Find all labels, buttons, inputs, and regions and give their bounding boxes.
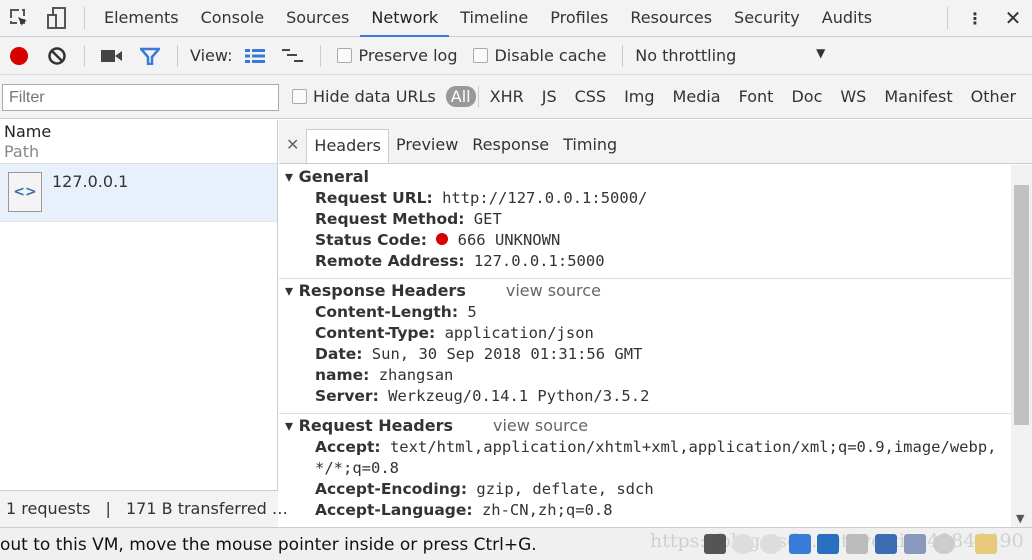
header-row: Remote Address: 127.0.0.1:5000 [315, 252, 605, 270]
tab-preview[interactable]: Preview [389, 129, 465, 163]
details-tabs: ✕ Headers Preview Response Timing [279, 120, 1032, 164]
scroll-down-icon[interactable]: ▼ [1016, 512, 1024, 525]
overview-icon[interactable] [280, 43, 306, 69]
header-row: Server: Werkzeug/0.14.1 Python/3.5.2 [315, 387, 650, 405]
close-details-icon[interactable]: ✕ [279, 129, 306, 163]
header-row: Accept-Language: zh-CN,zh;q=0.8 [315, 501, 613, 519]
header-row: Content-Type: application/json [315, 324, 594, 342]
audio-icon[interactable] [875, 534, 897, 554]
header-row: Status Code: 666 UNKNOWN [315, 231, 561, 249]
view-label: View: [190, 46, 233, 65]
tab-response[interactable]: Response [465, 129, 556, 163]
notes-icon[interactable] [975, 534, 997, 554]
scrollbar-thumb[interactable] [1014, 185, 1029, 425]
request-details: ✕ Headers Preview Response Timing ▾ Gene… [279, 120, 1032, 527]
filter-type-doc[interactable]: Doc [782, 87, 831, 106]
close-icon[interactable]: ✕ [1000, 5, 1026, 31]
floppy-icon[interactable] [789, 534, 811, 554]
header-row: Accept-Encoding: gzip, deflate, sdch [315, 480, 654, 498]
optical-drive-icon[interactable] [760, 534, 782, 554]
tab-profiles[interactable]: Profiles [539, 0, 619, 37]
filter-input[interactable] [2, 84, 279, 111]
tab-elements[interactable]: Elements [93, 0, 190, 37]
request-list-header[interactable]: Name Path [0, 120, 277, 164]
filter-type-ws[interactable]: WS [831, 87, 875, 106]
filter-type-media[interactable]: Media [664, 87, 730, 106]
large-rows-icon[interactable] [242, 43, 268, 69]
filter-icon[interactable] [137, 43, 163, 69]
column-name[interactable]: Name [4, 122, 273, 142]
dropdown-arrow-icon: ▼ [816, 46, 826, 60]
request-name: 127.0.0.1 [52, 172, 129, 191]
header-row: name: zhangsan [315, 366, 454, 384]
tab-console[interactable]: Console [190, 0, 276, 37]
hide-data-urls-checkbox[interactable]: Hide data URLs [292, 87, 436, 106]
tab-sources[interactable]: Sources [275, 0, 360, 37]
webcam-icon[interactable] [933, 534, 955, 554]
request-count: 1 requests [6, 499, 91, 518]
view-source-link[interactable]: view source [506, 281, 601, 300]
preserve-log-checkbox[interactable]: Preserve log [337, 46, 457, 65]
inspect-element-icon[interactable] [6, 5, 32, 31]
header-row: Request Method: GET [315, 210, 502, 228]
tab-resources[interactable]: Resources [619, 0, 723, 37]
header-row: Request URL: http://127.0.0.1:5000/ [315, 189, 648, 207]
optical-drive-icon[interactable] [732, 534, 754, 554]
disable-cache-checkbox[interactable]: Disable cache [473, 46, 606, 65]
document-file-icon: <> [8, 172, 42, 212]
summary-bar: 1 requests | 171 B transferred … [0, 490, 288, 527]
response-headers-toggle[interactable]: ▾ Response Headers view source [279, 278, 1011, 302]
filter-type-img[interactable]: Img [615, 87, 663, 106]
network-icon[interactable] [817, 534, 839, 554]
response-headers-section: Content-Length: 5 Content-Type: applicat… [279, 302, 1011, 413]
column-path: Path [4, 142, 40, 161]
device-mode-icon[interactable] [44, 5, 70, 31]
general-section-toggle[interactable]: ▾ General [279, 165, 1011, 188]
usb-icon[interactable] [904, 534, 926, 554]
filter-type-css[interactable]: CSS [566, 87, 615, 106]
details-scrollbar[interactable]: ▼ [1011, 165, 1032, 527]
filter-type-xhr[interactable]: XHR [481, 87, 533, 106]
filter-type-font[interactable]: Font [730, 87, 783, 106]
tab-headers[interactable]: Headers [306, 129, 389, 163]
header-row: Accept: text/html,application/xhtml+xml,… [315, 438, 997, 477]
clear-icon[interactable] [44, 43, 70, 69]
header-row: Content-Length: 5 [315, 303, 477, 321]
request-headers-toggle[interactable]: ▾ Request Headers view source [279, 413, 1011, 437]
filter-type-other[interactable]: Other [962, 87, 1025, 106]
tab-timeline[interactable]: Timeline [449, 0, 539, 37]
hard-disk-icon[interactable] [704, 534, 726, 554]
vm-status-text: out to this VM, move the mouse pointer i… [0, 535, 537, 555]
request-headers-section: Accept: text/html,application/xhtml+xml,… [279, 437, 1011, 521]
capture-screenshots-icon[interactable] [99, 43, 125, 69]
tab-security[interactable]: Security [723, 0, 811, 37]
transferred-size: 171 B transferred … [126, 499, 288, 518]
tab-audits[interactable]: Audits [811, 0, 883, 37]
request-row[interactable]: <> 127.0.0.1 [0, 164, 277, 222]
record-icon[interactable] [6, 43, 32, 69]
tab-network[interactable]: Network [360, 0, 450, 37]
filter-type-manifest[interactable]: Manifest [875, 87, 961, 106]
tab-timing[interactable]: Timing [556, 129, 624, 163]
filter-type-all[interactable]: All [445, 86, 476, 107]
request-list: Name Path <> 127.0.0.1 [0, 120, 278, 527]
network-toolbar: View: Preserve log Disable cache No thro… [0, 37, 1032, 75]
more-menu-icon[interactable]: ⋮ [962, 5, 988, 31]
throttling-select[interactable]: No throttling ▼ [635, 46, 825, 65]
status-dot-icon [436, 233, 449, 245]
header-row: Date: Sun, 30 Sep 2018 01:31:56 GMT [315, 345, 643, 363]
summary-separator: | [105, 499, 111, 518]
filter-type-js[interactable]: JS [533, 87, 566, 106]
view-source-link[interactable]: view source [493, 416, 588, 435]
general-section: Request URL: http://127.0.0.1:5000/ Requ… [279, 188, 1011, 278]
devtools-tab-bar: Elements Console Sources Network Timelin… [0, 0, 1032, 37]
printer-icon[interactable] [846, 534, 868, 554]
